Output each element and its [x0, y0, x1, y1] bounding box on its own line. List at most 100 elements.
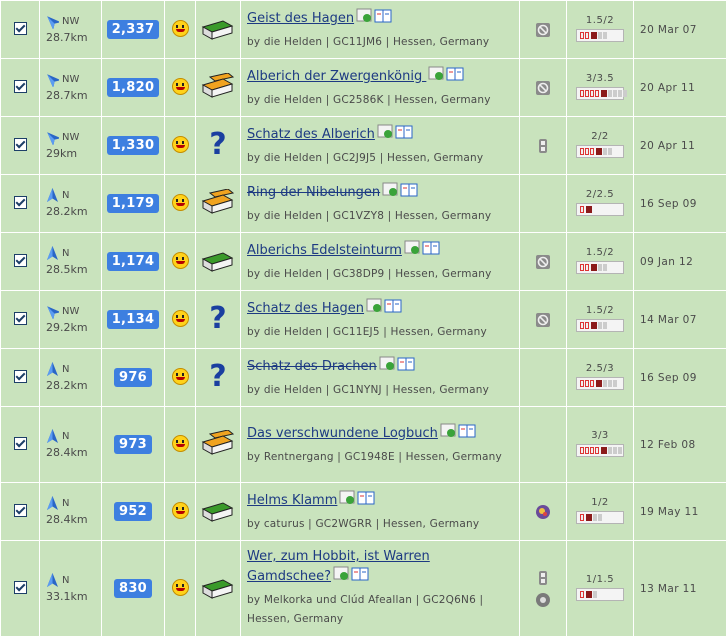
cache-name-link[interactable]: Ring der Nibelungen: [247, 185, 380, 200]
select-checkbox[interactable]: [13, 436, 27, 450]
found-cell: [164, 348, 196, 407]
cache-row[interactable]: N 28.4km 952 Helms Klamm by caturus | GC…: [0, 482, 726, 541]
select-cell: [0, 406, 40, 483]
favorites-cell: 1,134: [101, 290, 165, 349]
date-cell: 12 Feb 08: [633, 406, 726, 483]
select-checkbox[interactable]: [13, 253, 27, 267]
dt-rating-bar: [576, 86, 627, 100]
direction-cell: NW 28.7km: [39, 58, 102, 117]
cache-row[interactable]: NW 28.7km 2,337 Geist des Hagen by die H…: [0, 0, 726, 59]
select-checkbox[interactable]: [13, 137, 27, 151]
select-cell: [0, 290, 40, 349]
direction-label: N: [62, 363, 70, 375]
direction-arrow-icon: [47, 132, 59, 145]
select-checkbox[interactable]: [13, 369, 27, 383]
cache-row[interactable]: N 28.5km 1,174 Alberichs Edelsteinturm b…: [0, 232, 726, 291]
attributes-cell: [519, 58, 567, 117]
cache-name-cell: Helms Klamm by caturus | GC2WGRR | Hesse…: [240, 482, 520, 541]
multi-cache-icon: [201, 188, 235, 214]
cache-type-cell: ?: [195, 290, 241, 349]
cache-name-cell: Schatz des Alberich by die Helden | GC2J…: [240, 116, 520, 175]
select-checkbox[interactable]: [13, 195, 27, 209]
select-cell: [0, 116, 40, 175]
favorites-cell: 830: [101, 540, 165, 637]
cache-list: NW 28.7km 2,337 Geist des Hagen by die H…: [0, 0, 726, 637]
dt-rating-bar: [576, 28, 624, 42]
attributes-cell: [519, 482, 567, 541]
cache-row[interactable]: N 28.2km 976 ? Schatz des Drachen by die…: [0, 348, 726, 407]
cache-row[interactable]: N 33.1km 830 Wer, zum Hobbit, ist Warren…: [0, 540, 726, 637]
distance: 33.1km: [46, 589, 88, 603]
multi-cache-icon: [201, 72, 235, 98]
direction-cell: N 33.1km: [39, 540, 102, 637]
cache-row[interactable]: N 28.2km 1,179 Ring der Nibelungen by di…: [0, 174, 726, 233]
favorites-count: 1,330: [106, 136, 160, 155]
cache-row[interactable]: NW 28.7km 1,820 Alberich der Zwergenköni…: [0, 58, 726, 117]
cache-row[interactable]: NW 29km 1,330 ? Schatz des Alberich by d…: [0, 116, 726, 175]
traditional-cache-icon: [201, 252, 234, 272]
dt-cell: 2/2.5: [566, 174, 634, 233]
cache-name-link[interactable]: Das verschwundene Logbuch: [247, 426, 438, 441]
placed-date: 16 Sep 09: [640, 198, 697, 210]
cache-row[interactable]: N 28.4km 973 Das verschwundene Logbuch b…: [0, 406, 726, 483]
svg-text:?: ?: [209, 128, 226, 160]
select-checkbox[interactable]: [13, 79, 27, 93]
cache-name-cell: Ring der Nibelungen by die Helden | GC1V…: [240, 174, 520, 233]
placed-date: 20 Mar 07: [640, 24, 697, 36]
dt-rating-bar: [576, 202, 624, 216]
cache-type-cell: [195, 406, 241, 483]
cache-name-link[interactable]: Alberich der Zwergenkönig: [247, 69, 426, 84]
date-cell: 20 Mar 07: [633, 0, 726, 59]
found-smiley-icon: [171, 19, 189, 37]
svg-text:?: ?: [209, 302, 226, 334]
date-cell: 09 Jan 12: [633, 232, 726, 291]
direction-cell: N 28.4km: [39, 406, 102, 483]
found-cell: [164, 58, 196, 117]
found-cell: [164, 290, 196, 349]
difficulty-terrain: 1/2: [591, 496, 609, 508]
watchlist-log-icon: [428, 66, 464, 80]
kids-icon: [536, 504, 550, 519]
select-checkbox[interactable]: [13, 580, 27, 594]
direction-arrow-icon: [47, 16, 59, 29]
cache-name-link[interactable]: Helms Klamm: [247, 493, 337, 508]
cache-row[interactable]: NW 29.2km 1,134 ? Schatz des Hagen by di…: [0, 290, 726, 349]
cache-name-cell: Schatz des Hagen by die Helden | GC11EJ5…: [240, 290, 520, 349]
cache-type-cell: [195, 232, 241, 291]
cache-type-cell: ?: [195, 348, 241, 407]
no-pets-icon: [536, 22, 550, 37]
dt-cell: 1.5/2: [566, 0, 634, 59]
favorites-count: 973: [113, 435, 153, 454]
attributes-cell: [519, 116, 567, 175]
favorites-cell: 2,337: [101, 0, 165, 59]
traditional-cache-icon: [201, 579, 234, 599]
select-checkbox[interactable]: [13, 311, 27, 325]
cache-name-link[interactable]: Schatz des Hagen: [247, 301, 364, 316]
favorites-count: 2,337: [106, 20, 160, 39]
cache-name-link[interactable]: Schatz des Alberich: [247, 127, 375, 142]
found-cell: [164, 232, 196, 291]
watchlist-log-icon: [366, 298, 402, 312]
distance: 29.2km: [46, 320, 88, 334]
select-checkbox[interactable]: [13, 21, 27, 35]
difficulty-terrain: 3/3: [591, 429, 609, 441]
cache-name-link[interactable]: Alberichs Edelsteinturm: [247, 243, 402, 258]
flashlight-icon: [539, 138, 547, 153]
select-cell: [0, 0, 40, 59]
favorites-cell: 1,179: [101, 174, 165, 233]
direction-label: N: [62, 189, 70, 201]
cache-name-link[interactable]: Geist des Hagen: [247, 11, 354, 26]
difficulty-terrain: 1.5/2: [585, 246, 615, 258]
favorites-count: 1,174: [106, 252, 160, 271]
found-smiley-icon: [171, 434, 189, 452]
date-cell: 14 Mar 07: [633, 290, 726, 349]
difficulty-terrain: 1.5/2: [585, 304, 615, 316]
found-smiley-icon: [171, 367, 189, 385]
dt-rating-bar: [576, 510, 624, 524]
select-cell: [0, 540, 40, 637]
select-checkbox[interactable]: [13, 503, 27, 517]
cache-name-cell: Alberichs Edelsteinturm by die Helden | …: [240, 232, 520, 291]
cache-name-link[interactable]: Schatz des Drachen: [247, 359, 377, 374]
dt-rating-bar: [576, 260, 624, 274]
dt-cell: 3/3.5: [566, 58, 634, 117]
